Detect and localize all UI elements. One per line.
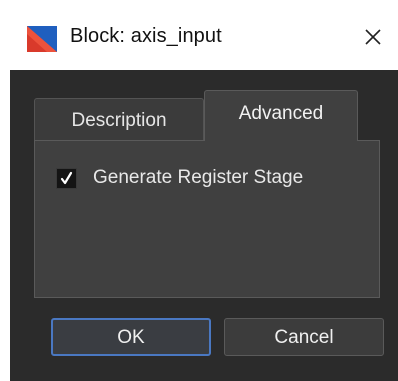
- title-bar: Block: axis_input: [0, 0, 398, 70]
- window-title: Block: axis_input: [70, 25, 222, 47]
- checkmark-icon: [60, 171, 73, 185]
- dialog-window: Block: axis_input Description Advanced G…: [0, 0, 398, 381]
- tab-advanced[interactable]: Advanced: [204, 90, 358, 141]
- dialog-body: Description Advanced Generate Register S…: [10, 70, 398, 381]
- advanced-panel: [34, 140, 380, 298]
- close-icon[interactable]: [358, 22, 388, 52]
- ok-button[interactable]: OK: [51, 318, 211, 356]
- cancel-button[interactable]: Cancel: [224, 318, 384, 356]
- app-logo-icon: [27, 26, 57, 52]
- tab-description[interactable]: Description: [34, 98, 204, 142]
- generate-register-stage-label[interactable]: Generate Register Stage: [93, 167, 303, 189]
- generate-register-stage-checkbox[interactable]: [56, 168, 77, 189]
